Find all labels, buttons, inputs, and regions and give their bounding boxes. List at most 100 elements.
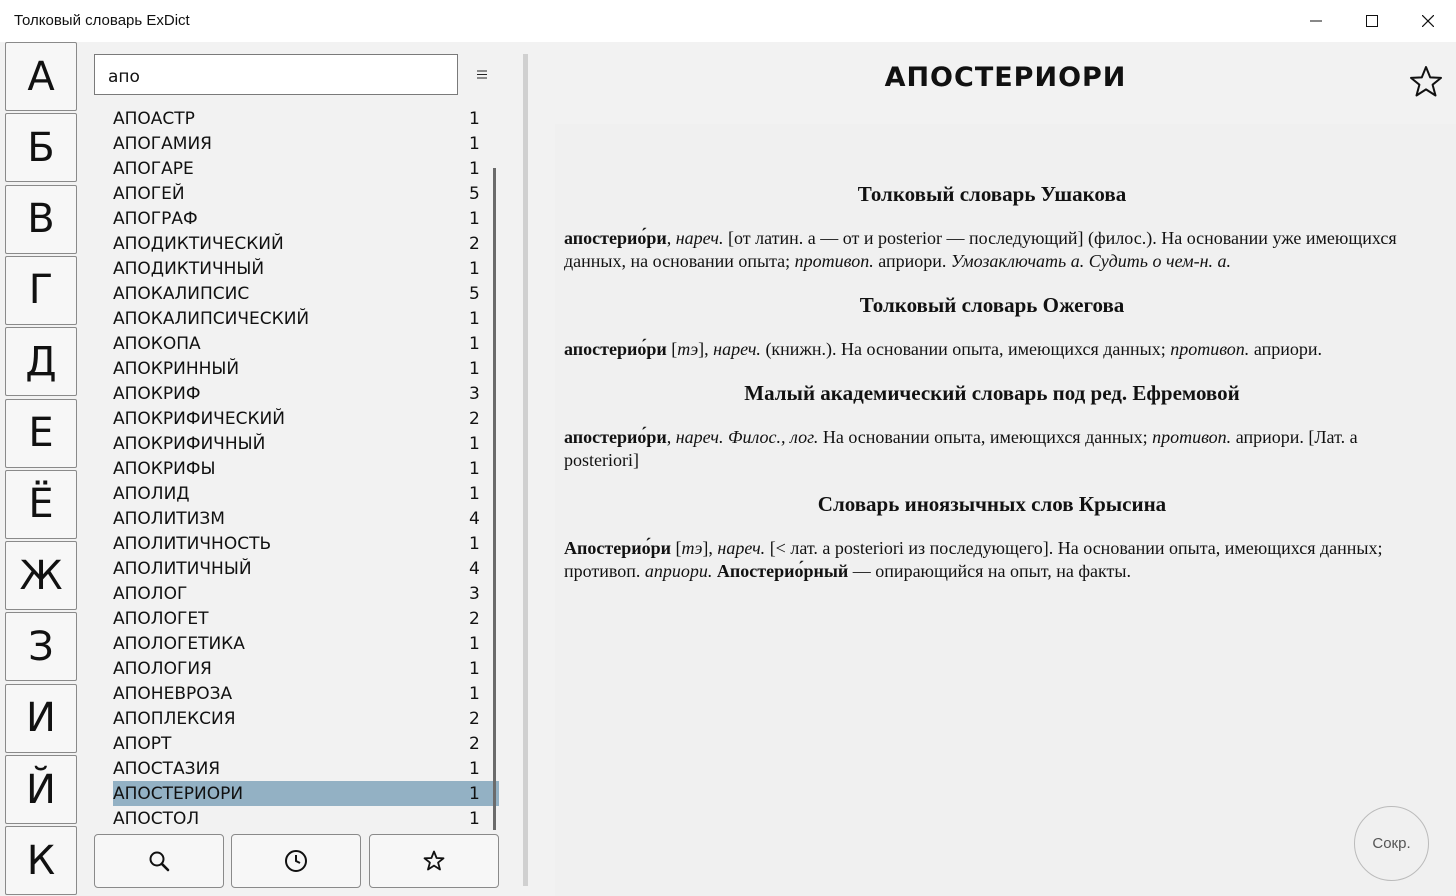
- star-outline-icon[interactable]: [1408, 64, 1444, 100]
- word-label: АПОЛИТИЗМ: [113, 508, 225, 529]
- word-list-item[interactable]: АПОРТ 2: [113, 731, 499, 756]
- hamburger-icon[interactable]: [474, 66, 490, 82]
- word-list-item[interactable]: АПОСТОЛ 1: [113, 806, 499, 830]
- window-title: Толковый словарь ExDict: [14, 12, 190, 29]
- word-list-item[interactable]: АПОДИКТИЧЕСКИЙ 2: [113, 231, 499, 256]
- word-list-item[interactable]: АПОКРИФИЧЕСКИЙ 2: [113, 406, 499, 431]
- word-label: АПОЛИТИЧНОСТЬ: [113, 533, 272, 554]
- word-list-scrollbar[interactable]: [493, 168, 496, 830]
- title-bar: Толковый словарь ExDict: [0, 0, 1456, 42]
- word-list[interactable]: АПОАСТР 1 АПОГАМИЯ 1 АПОГАРЕ 1 АПОГЕЙ 5 АПОГРАФ 1…: [113, 106, 499, 830]
- search-button[interactable]: [94, 834, 224, 888]
- letter-button[interactable]: В: [5, 184, 77, 254]
- letter-button[interactable]: З: [5, 612, 77, 682]
- dictionary-entry-text: Апостерио́ри [тэ], нареч. [< лат. a post…: [564, 537, 1420, 583]
- word-label: АПОГАРЕ: [113, 158, 194, 179]
- text-fragment: (книжн.). На основании опыта, имеющихся …: [760, 339, 1171, 359]
- word-list-item[interactable]: АПОКАЛИПСИС 5: [113, 281, 499, 306]
- app-body: АБВГДЕЁЖЗИЙК апо АПОАСТР 1 АПОГАМИЯ 1 АПОГАР…: [0, 42, 1456, 896]
- word-list-item[interactable]: АПОНЕВРОЗА 1: [113, 681, 499, 706]
- word-label: АПОКАЛИПСИЧЕСКИЙ: [113, 308, 310, 329]
- dictionary-heading: Словарь иноязычных слов Крысина: [817, 492, 1167, 516]
- italic-text: нареч. Филос., лог.: [675, 427, 819, 447]
- search-input[interactable]: апо: [94, 54, 458, 95]
- word-label: АПОКРИННЫЙ: [113, 358, 240, 379]
- word-label: АПОЛИД: [113, 483, 190, 504]
- word-list-item-selected[interactable]: АПОСТЕРИОРИ 1: [113, 781, 499, 806]
- maximize-icon: [1366, 15, 1378, 27]
- dictionary-heading: Толковый словарь Ушакова: [857, 182, 1127, 206]
- italic-text: противоп.: [1170, 339, 1250, 359]
- word-list-item[interactable]: АПОКРИФ 3: [113, 381, 499, 406]
- star-icon: [423, 850, 445, 871]
- abbreviations-button[interactable]: Сокр.: [1354, 806, 1429, 881]
- word-label: АПОКРИФЫ: [113, 458, 216, 479]
- word-label: АПОКРИФ: [113, 383, 201, 404]
- word-list-item[interactable]: АПОЛИТИЧНОСТЬ 1: [113, 531, 499, 556]
- word-list-item[interactable]: АПОКОПА 1: [113, 331, 499, 356]
- favorites-button[interactable]: [369, 834, 499, 888]
- word-list-item[interactable]: АПОЛИТИЧНЫЙ 4: [113, 556, 499, 581]
- word-list-item[interactable]: АПОКРИФЫ 1: [113, 456, 499, 481]
- letter-button[interactable]: Е: [5, 398, 77, 468]
- word-list-item[interactable]: АПОДИКТИЧНЫЙ 1: [113, 256, 499, 281]
- word-list-item[interactable]: АПОКРИФИЧНЫЙ 1: [113, 431, 499, 456]
- letter-button[interactable]: Д: [5, 327, 77, 397]
- letter-button[interactable]: Ж: [5, 541, 77, 611]
- word-list-item[interactable]: АПОГАМИЯ 1: [113, 131, 499, 156]
- minimize-icon: [1310, 20, 1322, 22]
- italic-text: Умозаключать а. Судить о чем-н. а.: [950, 251, 1232, 271]
- article-content: Толковый словарь Ушакова апостерио́ри, на…: [555, 124, 1456, 896]
- text-fragment: ,: [666, 427, 676, 447]
- article-count: 1: [469, 108, 480, 129]
- text-fragment: ],: [698, 339, 714, 359]
- word-list-item[interactable]: АПОКАЛИПСИЧЕСКИЙ 1: [113, 306, 499, 331]
- letter-button[interactable]: Й: [5, 755, 77, 824]
- word-label: АПОГРАФ: [113, 208, 198, 229]
- text-fragment: — опирающийся на опыт, на факты.: [848, 561, 1131, 581]
- text-fragment: [: [666, 339, 678, 359]
- headword: Апостерио́ри: [564, 538, 671, 558]
- word-list-item[interactable]: АПОЛОГИЯ 1: [113, 656, 499, 681]
- word-label: АПОАСТР: [113, 108, 195, 129]
- word-label: АПОГАМИЯ: [113, 133, 212, 154]
- dictionary-entry-text: апостерио́ри [тэ], нареч. (книжн.). На о…: [564, 338, 1420, 361]
- search-icon: [149, 851, 170, 872]
- letter-button[interactable]: И: [5, 683, 77, 753]
- word-list-item[interactable]: АПОКРИННЫЙ 1: [113, 356, 499, 381]
- italic-text: априори.: [644, 561, 713, 581]
- headword: апостерио́ри: [564, 228, 667, 248]
- word-label: АПОЛОГЕТИКА: [113, 633, 245, 654]
- letter-button[interactable]: Г: [5, 255, 77, 325]
- pane-splitter[interactable]: [523, 54, 528, 886]
- dictionary-heading: Малый академический словарь под ред. Ефр…: [744, 381, 1240, 405]
- word-label: АПОЛОГЕТ: [113, 608, 209, 629]
- article-title: АПОСТЕРИОРИ: [884, 62, 1127, 93]
- close-button[interactable]: [1400, 0, 1456, 42]
- word-list-item[interactable]: АПОГАРЕ 1: [113, 156, 499, 181]
- word-label: АПОЛОГИЯ: [113, 658, 212, 679]
- word-list-item[interactable]: АПОЛИТИЗМ 4: [113, 506, 499, 531]
- word-list-item[interactable]: АПОСТАЗИЯ 1: [113, 756, 499, 781]
- word-list-item[interactable]: АПОГРАФ 1: [113, 206, 499, 231]
- word-list-item[interactable]: АПОЛИД 1: [113, 481, 499, 506]
- word-label: АПОСТАЗИЯ: [113, 758, 221, 779]
- text-fragment: априори.: [1249, 339, 1322, 359]
- letter-button[interactable]: Б: [5, 113, 77, 183]
- letter-button[interactable]: К: [5, 826, 77, 896]
- italic-text: нареч.: [713, 339, 761, 359]
- word-list-item[interactable]: АПОПЛЕКСИЯ 2: [113, 706, 499, 731]
- word-list-item[interactable]: АПОЛОГЕТ 2: [113, 606, 499, 631]
- word-list-item[interactable]: АПОЛОГЕТИКА 1: [113, 631, 499, 656]
- letter-button[interactable]: Ё: [5, 469, 77, 539]
- word-list-item[interactable]: АПОЛОГ 3: [113, 581, 499, 606]
- letter-button[interactable]: А: [5, 42, 77, 111]
- word-label: АПОКРИФИЧНЫЙ: [113, 433, 266, 454]
- history-button[interactable]: [231, 834, 361, 888]
- word-list-item[interactable]: АПОАСТР 1: [113, 106, 499, 131]
- italic-text: нареч.: [675, 228, 724, 248]
- close-icon: [1422, 15, 1434, 27]
- minimize-button[interactable]: [1288, 0, 1344, 42]
- maximize-button[interactable]: [1344, 0, 1400, 42]
- word-list-item[interactable]: АПОГЕЙ 5: [113, 181, 499, 206]
